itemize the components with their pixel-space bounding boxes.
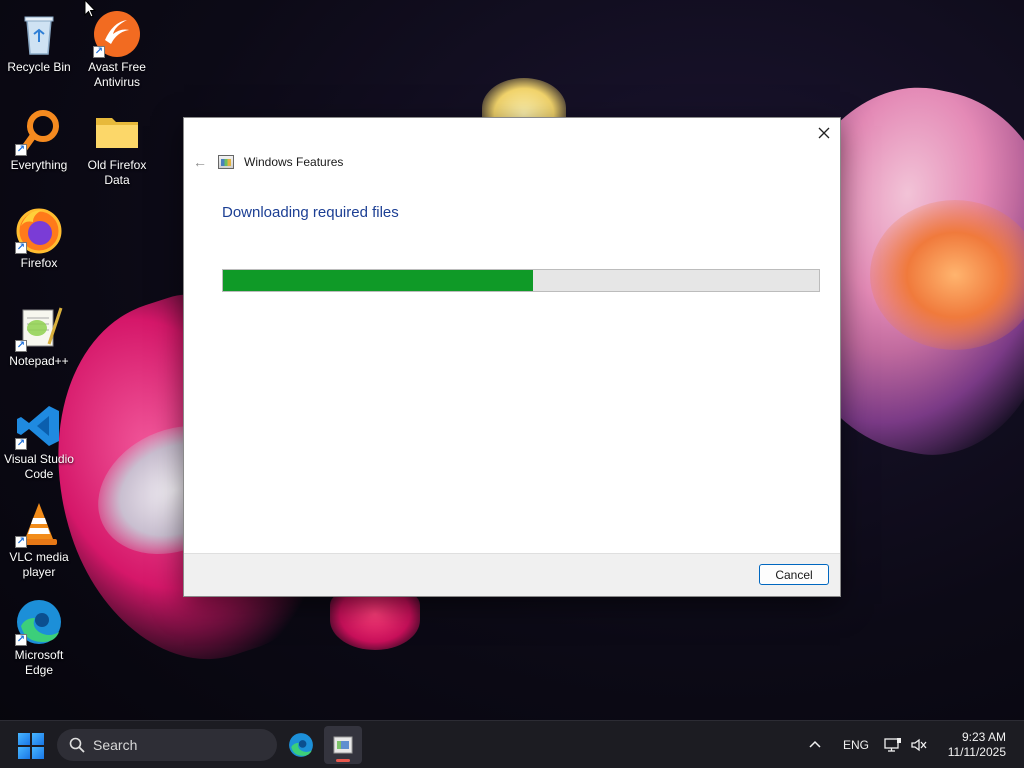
taskbar: Search ENG 9:23 AM 11/11/2025 [0,720,1024,768]
wallpaper-shape-orange [870,200,1024,350]
shortcut-arrow-icon: ↗ [15,340,27,352]
windows-features-icon [218,155,234,169]
desktop-icon-label: Old Firefox Data [87,158,147,187]
shortcut-arrow-icon: ↗ [15,634,27,646]
active-app-indicator [336,759,350,762]
shortcut-arrow-icon: ↗ [15,242,27,254]
desktop-icon-notepad-plus-plus[interactable]: ↗ Notepad++ [0,300,78,369]
microsoft-edge-icon: ↗ [15,598,63,646]
desktop-icon-recycle-bin[interactable]: Recycle Bin [0,6,78,75]
desktop-icon-label: Firefox [20,256,58,270]
show-hidden-icons-button[interactable] [808,721,822,768]
desktop-icon-vscode[interactable]: ↗ Visual Studio Code [0,398,78,482]
search-icon [69,737,85,753]
taskbar-app-windows-features[interactable] [324,726,362,764]
windows-features-icon [333,736,353,754]
dialog-footer: Cancel [184,553,840,596]
notepad-plus-plus-icon: ↗ [15,304,63,352]
clock-time: 9:23 AM [961,730,1006,744]
dialog-titlebar: ← Windows Features [192,154,343,170]
desktop-icon-label: Avast Free Antivirus [88,60,146,89]
visual-studio-code-icon: ↗ [15,402,63,450]
cancel-button[interactable]: Cancel [759,564,829,585]
desktop-icon-label: Visual Studio Code [4,452,74,481]
everything-search-icon: ↗ [15,108,63,156]
windows-logo-icon-part [18,747,30,759]
desktop-icon-vlc[interactable]: ↗ VLC media player [0,496,78,580]
desktop-icon-label: Microsoft Edge [14,648,64,677]
desktop-icon-label: VLC media player [9,550,69,579]
close-icon [818,127,830,139]
recycle-bin-icon [15,10,63,58]
language-indicator[interactable]: ENG [843,721,869,768]
speaker-muted-icon [911,738,927,752]
shortcut-arrow-icon: ↗ [15,536,27,548]
windows-logo-icon [18,733,30,745]
windows-logo-icon-part [32,747,44,759]
close-button[interactable] [808,118,840,148]
folder-icon [93,108,141,156]
vlc-icon: ↗ [15,500,63,548]
windows-features-dialog: ← Windows Features Downloading required … [184,118,840,596]
desktop-icon-label: Everything [10,158,68,172]
wallpaper-shape-red [330,590,420,650]
avast-icon: ↗ [93,10,141,58]
desktop-icon-old-firefox-data[interactable]: Old Firefox Data [78,104,156,188]
microsoft-edge-icon [289,733,313,757]
desktop-icon-label: Recycle Bin [7,60,71,74]
dialog-title: Windows Features [244,155,344,169]
back-arrow-icon[interactable]: ← [192,154,208,170]
desktop-icon-firefox[interactable]: ↗ Firefox [0,202,78,271]
chevron-up-icon [809,740,821,748]
desktop-icon-avast[interactable]: ↗ Avast Free Antivirus [78,6,156,90]
firefox-icon: ↗ [15,206,63,254]
shortcut-arrow-icon: ↗ [15,144,27,156]
desktop-icon-label: Notepad++ [9,354,69,368]
windows-logo-icon-part [32,733,44,745]
shortcut-arrow-icon: ↗ [15,438,27,450]
dialog-heading: Downloading required files [222,204,399,221]
language-label: ENG [843,738,870,752]
taskbar-search-box[interactable]: Search [57,729,277,761]
network-button[interactable] [884,721,902,768]
network-monitor-icon [884,738,901,752]
progress-fill [223,270,533,291]
shortcut-arrow-icon: ↗ [93,46,105,58]
volume-button[interactable] [910,721,928,768]
taskbar-app-edge[interactable] [282,726,320,764]
start-button[interactable] [18,733,44,759]
desktop-icon-everything[interactable]: ↗ Everything [0,104,78,173]
desktop-icon-microsoft-edge[interactable]: ↗ Microsoft Edge [0,594,78,678]
search-placeholder: Search [93,737,138,753]
clock-date: 11/11/2025 [947,745,1006,759]
download-progress-bar [222,269,820,292]
taskbar-clock[interactable]: 9:23 AM 11/11/2025 [948,730,1006,760]
